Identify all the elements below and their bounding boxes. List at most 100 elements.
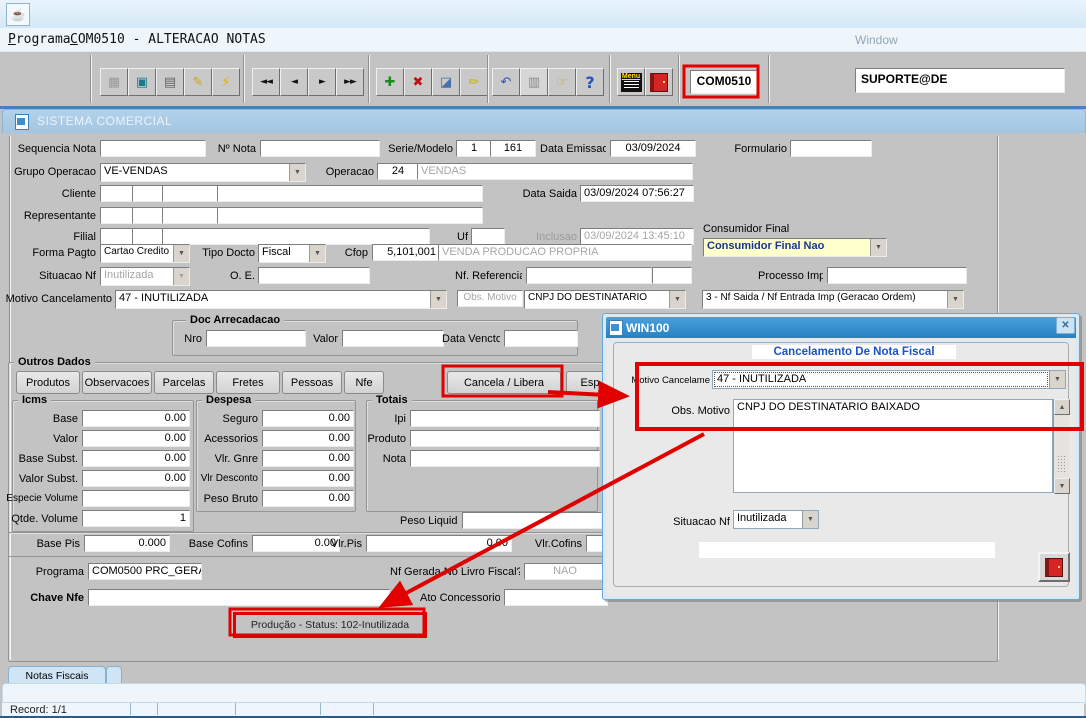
no-nota-field[interactable] [260, 140, 380, 157]
especie-volume-field[interactable] [82, 490, 190, 507]
chevron-down-icon[interactable]: ▼ [289, 164, 305, 181]
nf-referencia-extra-field[interactable] [652, 267, 692, 284]
insert-record-button[interactable]: ✚ [376, 68, 404, 96]
exit-button[interactable] [645, 68, 673, 96]
chevron-down-icon[interactable]: ▼ [802, 511, 818, 528]
motivo-cancelamento-select[interactable]: 47 - INUTILIZADA ▼ [115, 290, 447, 309]
ipi-field[interactable] [410, 410, 600, 427]
base-cofins-field[interactable]: 0.00 [252, 535, 340, 552]
chave-nfe-field[interactable] [88, 589, 390, 606]
seguro-field[interactable]: 0.00 [262, 410, 354, 427]
menu-programa[interactable]: Programa [8, 32, 71, 47]
nav-first-button[interactable]: ◄◄ [252, 68, 280, 96]
dialog-close-button[interactable]: ✕ [1056, 317, 1075, 334]
vlr-pis-field[interactable]: 0.00 [366, 535, 512, 552]
obs-motivo-select[interactable]: CNPJ DO DESTINATARIO ▼ [524, 290, 686, 309]
icms-valor-subst-field[interactable]: 0.00 [82, 470, 190, 487]
forma-pagto-select[interactable]: Cartao Credito ▼ [100, 244, 190, 263]
filial-field-1[interactable] [100, 228, 136, 245]
tab-cancela-libera[interactable]: Cancela / Libera [447, 371, 561, 394]
cliente-field-3[interactable] [162, 185, 218, 202]
acessorios-field[interactable]: 0.00 [262, 430, 354, 447]
base-pis-field[interactable]: 0.000 [84, 535, 170, 552]
dialog-motivo-select[interactable]: 47 - INUTILIZADA ▼ [712, 370, 1066, 389]
nro-field[interactable] [206, 330, 306, 347]
chevron-down-icon[interactable]: ▼ [1049, 371, 1065, 388]
clear-record-button[interactable]: ✏ [460, 68, 488, 96]
chevron-down-icon[interactable]: ▼ [870, 239, 886, 256]
icms-base-subst-field[interactable]: 0.00 [82, 450, 190, 467]
nav-prev-button[interactable]: ◄ [280, 68, 308, 96]
peso-bruto-field[interactable]: 0.00 [262, 490, 354, 507]
chevron-down-icon[interactable]: ▼ [430, 291, 446, 308]
delete-record-button[interactable]: ✖ [404, 68, 432, 96]
representante-nome-field[interactable] [217, 207, 483, 224]
serie-field[interactable]: 1 [456, 140, 492, 157]
produto-field[interactable] [410, 430, 600, 447]
tab-notas-fiscais[interactable]: Notas Fiscais [8, 666, 106, 684]
consumidor-final-select[interactable]: Consumidor Final Nao ▼ [703, 238, 887, 257]
enter-query-button[interactable]: ✎ [184, 68, 212, 96]
chevron-down-icon[interactable]: ▼ [947, 291, 963, 308]
screen-button[interactable]: ▣ [128, 68, 156, 96]
tab-observacoes[interactable]: Observacoes [82, 371, 152, 394]
filial-nome-field[interactable] [162, 228, 430, 245]
cliente-field-1[interactable] [100, 185, 136, 202]
tipo-docto-select[interactable]: Fiscal ▼ [258, 244, 326, 263]
uf-field[interactable] [471, 228, 505, 245]
sequencia-nota-field[interactable] [100, 140, 206, 157]
tab-fretes[interactable]: Fretes [216, 371, 280, 394]
chevron-down-icon[interactable]: ▼ [173, 245, 189, 262]
processo-imp-field[interactable] [827, 267, 967, 284]
dialog-exit-button[interactable] [1038, 552, 1070, 582]
cfop-field[interactable]: 5,101,001 [372, 244, 440, 261]
tab-pessoas[interactable]: Pessoas [282, 371, 342, 394]
nav-next-button[interactable]: ► [308, 68, 336, 96]
programa-field[interactable]: COM0500 PRC_GERA [88, 563, 202, 580]
oe-field[interactable] [258, 267, 370, 284]
chevron-down-icon[interactable]: ▼ [309, 245, 325, 262]
edit-window-button[interactable]: ◪ [432, 68, 460, 96]
tab-nfe[interactable]: Nfe [344, 371, 384, 394]
help-button[interactable]: ? [576, 68, 604, 96]
lock-record-button[interactable]: ☞ [548, 68, 576, 96]
formulario-field[interactable] [790, 140, 872, 157]
filial-field-2[interactable] [132, 228, 166, 245]
data-saida-field[interactable]: 03/09/2024 07:56:27 [580, 185, 694, 202]
peso-liquido-field[interactable] [462, 512, 602, 529]
clipboard-button[interactable]: ▥ [520, 68, 548, 96]
geracao-select[interactable]: 3 - Nf Saida / Nf Entrada Imp (Geracao O… [702, 290, 964, 309]
representante-field-2[interactable] [132, 207, 166, 224]
chevron-down-icon[interactable]: ▼ [669, 291, 685, 308]
user-field[interactable]: SUPORTE@DE [855, 68, 1065, 93]
operacao-code-field[interactable]: 24 [377, 163, 419, 180]
nav-last-button[interactable]: ►► [336, 68, 364, 96]
undo-button[interactable]: ↶ [492, 68, 520, 96]
icms-valor-field[interactable]: 0.00 [82, 430, 190, 447]
dialog-obs-textarea[interactable]: CNPJ DO DESTINATARIO BAIXADO [733, 399, 1053, 493]
execute-query-button[interactable]: ⚡ [212, 68, 240, 96]
cliente-field-2[interactable] [132, 185, 166, 202]
dialog-situacao-select[interactable]: Inutilizada ▼ [733, 510, 819, 529]
qtde-volume-field[interactable]: 1 [82, 510, 190, 527]
dialog-obs-scrollbar[interactable]: ▲ ▼ [1053, 399, 1069, 493]
representante-field-3[interactable] [162, 207, 218, 224]
representante-field-1[interactable] [100, 207, 136, 224]
cliente-nome-field[interactable] [217, 185, 483, 202]
modelo-field[interactable]: 161 [490, 140, 536, 157]
save-button[interactable]: ▦ [100, 68, 128, 96]
nf-referencia-field[interactable] [526, 267, 652, 284]
print-button[interactable]: ▤ [156, 68, 184, 96]
scroll-down-icon[interactable]: ▼ [1054, 478, 1070, 494]
menu-button[interactable]: Menu [617, 68, 645, 96]
scroll-up-icon[interactable]: ▲ [1054, 399, 1070, 415]
menu-window[interactable]: Window [855, 33, 898, 47]
icms-base-field[interactable]: 0.00 [82, 410, 190, 427]
valor-field[interactable] [342, 330, 444, 347]
data-emissao-field[interactable]: 03/09/2024 [610, 140, 696, 157]
scroll-grip[interactable] [1057, 455, 1066, 473]
ato-concessorio-field[interactable] [504, 589, 608, 606]
tab-parcelas[interactable]: Parcelas [154, 371, 214, 394]
dialog-titlebar[interactable]: WIN100 [606, 317, 1076, 338]
tab-produtos[interactable]: Produtos [16, 371, 80, 394]
